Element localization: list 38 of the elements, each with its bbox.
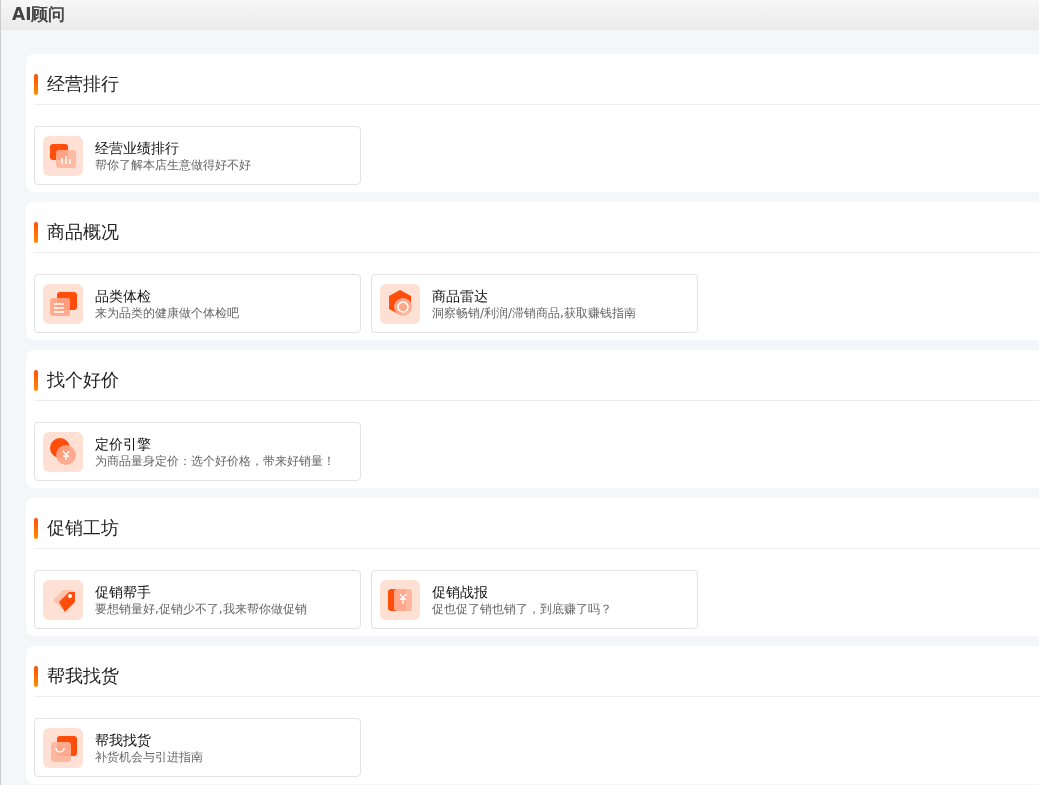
chart-icon <box>43 135 83 176</box>
feature-card[interactable]: 商品雷达 洞察畅销/利润/滞销商品,获取赚钱指南 <box>371 274 698 333</box>
card-title: 商品雷达 <box>432 286 489 305</box>
card-title: 经营业绩排行 <box>95 138 180 157</box>
card-title: 品类体检 <box>95 286 152 305</box>
card-description: 为商品量身定价：选个好价格，带来好销量！ <box>95 452 335 469</box>
accent-bar <box>34 517 38 539</box>
section-heading: 找个好价 <box>47 369 119 391</box>
card-description: 促也促了销也销了，到底赚了吗？ <box>432 600 612 617</box>
accent-bar <box>34 665 38 687</box>
bag-icon <box>43 727 83 768</box>
page-title: AI顾问 <box>12 3 66 27</box>
accent-bar <box>34 221 38 243</box>
card-title: 促销帮手 <box>95 582 152 601</box>
card-title: 定价引擎 <box>95 434 152 453</box>
section-heading: 促销工坊 <box>47 517 119 539</box>
card-title: 帮我找货 <box>95 730 152 749</box>
section-heading: 经营排行 <box>47 73 119 95</box>
feature-card[interactable]: 促销帮手 要想销量好,促销少不了,我来帮你做促销 <box>34 570 361 629</box>
card-title: 促销战报 <box>432 582 489 601</box>
card-description: 来为品类的健康做个体检吧 <box>95 304 239 321</box>
card-description: 要想销量好,促销少不了,我来帮你做促销 <box>95 600 307 617</box>
accent-bar <box>34 369 38 391</box>
feature-card[interactable]: 品类体检 来为品类的健康做个体检吧 <box>34 274 361 333</box>
card-description: 帮你了解本店生意做得好不好 <box>95 156 251 173</box>
card-description: 补货机会与引进指南 <box>95 748 203 765</box>
section-heading: 商品概况 <box>47 221 119 243</box>
feature-card[interactable]: 帮我找货 补货机会与引进指南 <box>34 718 361 777</box>
yen-card-icon <box>380 579 420 620</box>
section-heading: 帮我找货 <box>47 665 119 687</box>
yen-coin-icon <box>43 431 83 472</box>
feature-card[interactable]: 定价引擎 为商品量身定价：选个好价格，带来好销量！ <box>34 422 361 481</box>
accent-bar <box>34 73 38 95</box>
tag-icon <box>43 579 83 620</box>
list-icon <box>43 283 83 324</box>
feature-card[interactable]: 经营业绩排行 帮你了解本店生意做得好不好 <box>34 126 361 185</box>
card-description: 洞察畅销/利润/滞销商品,获取赚钱指南 <box>432 304 636 321</box>
feature-card[interactable]: 促销战报 促也促了销也销了，到底赚了吗？ <box>371 570 698 629</box>
